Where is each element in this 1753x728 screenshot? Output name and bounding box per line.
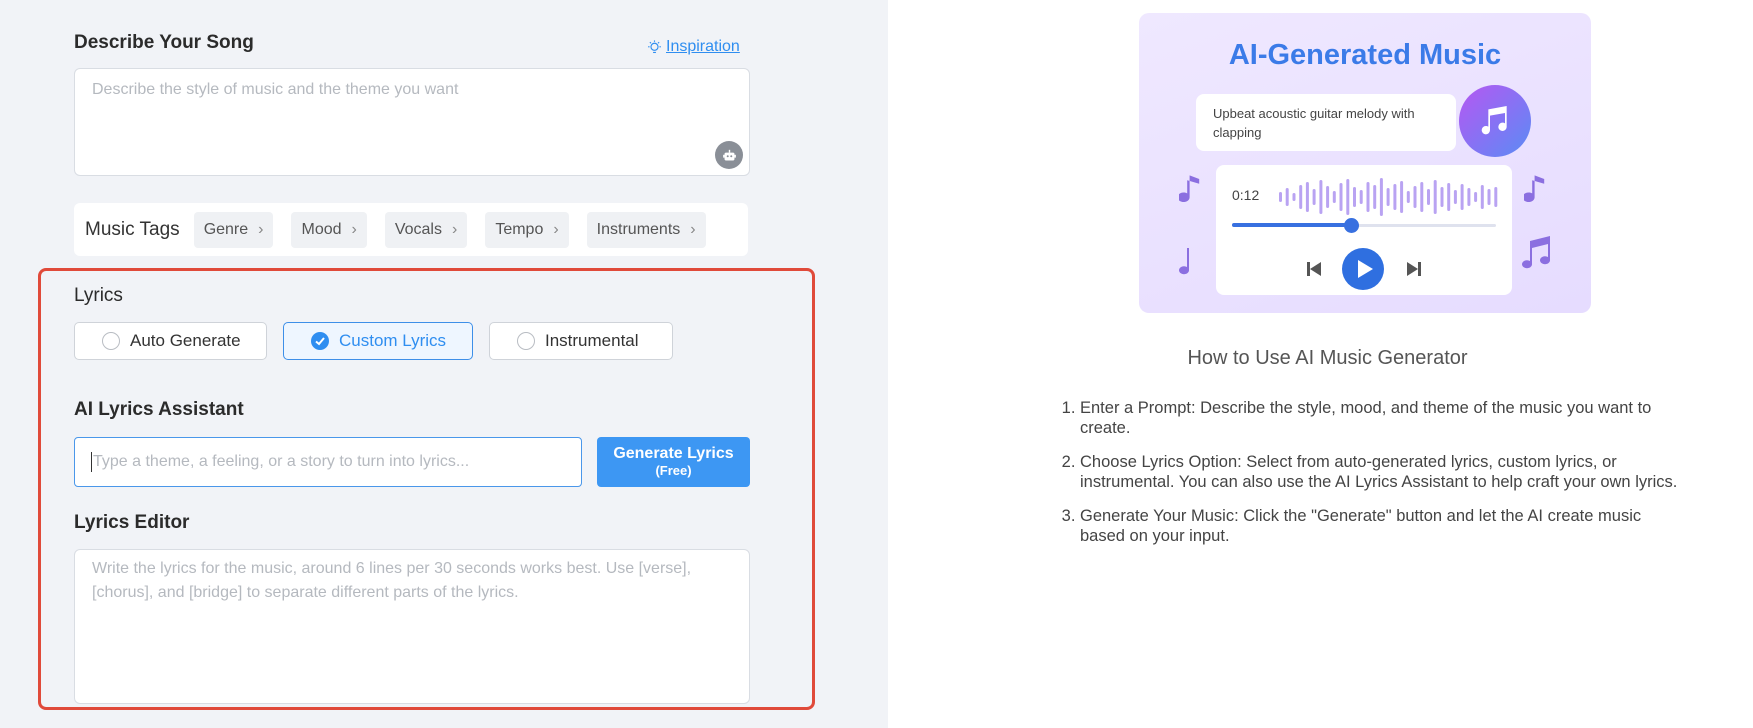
waveform-bar [1359, 190, 1363, 204]
waveform-bar [1339, 183, 1343, 211]
music-note-icon [1459, 85, 1531, 157]
generate-lyrics-sublabel: (Free) [655, 463, 692, 478]
waveform-bar [1440, 187, 1444, 207]
waveform-bar [1480, 185, 1484, 209]
music-note-icon [1179, 248, 1190, 275]
lyrics-editor-textarea[interactable]: Write the lyrics for the music, around 6… [74, 549, 750, 704]
generate-lyrics-button[interactable]: Generate Lyrics (Free) [597, 437, 750, 487]
editor-title: Lyrics Editor [74, 512, 190, 533]
waveform-bar [1400, 181, 1404, 213]
waveform-bar [1494, 187, 1498, 207]
waveform-bar [1433, 180, 1437, 214]
generate-lyrics-label: Generate Lyrics [613, 445, 734, 462]
waveform-bar [1427, 189, 1430, 205]
chevron-right-icon: › [351, 220, 357, 238]
music-note-icon [1179, 175, 1200, 203]
waveform-bar [1393, 184, 1397, 210]
waveform-bar [1279, 192, 1282, 202]
waveform-bar [1353, 187, 1356, 207]
music-tags-bar: Music Tags Genre › Mood › Vocals › Tempo › I… [74, 203, 748, 256]
lyrics-prompt-placeholder: Type a theme, a feeling, or a story to t… [93, 453, 470, 470]
promo-title: AI-Generated Music [1228, 39, 1502, 71]
tag-label: Vocals [394, 220, 442, 238]
music-note-icon [1522, 236, 1551, 269]
chevron-right-icon: › [258, 220, 264, 238]
music-tags-label: Music Tags [85, 218, 180, 240]
tag-label: Instruments [596, 220, 681, 238]
robot-icon [722, 149, 736, 160]
waveform-bar [1292, 193, 1296, 201]
lyrics-prompt-input[interactable]: Type a theme, a feeling, or a story to t… [74, 437, 582, 487]
tag-label: Mood [301, 220, 342, 238]
lyrics-editor-placeholder: Write the lyrics for the music, around 6… [92, 560, 692, 601]
chevron-right-icon: › [451, 220, 458, 238]
music-note-icon [1524, 175, 1545, 203]
chevron-right-icon: › [553, 220, 559, 238]
tag-genre[interactable]: Genre › [193, 211, 274, 248]
waveform-bar [1332, 191, 1336, 203]
promo-prompt: Upbeat acoustic guitar melody with clapp… [1196, 94, 1456, 151]
chevron-right-icon: › [690, 220, 696, 238]
radio-label: Instrumental [545, 331, 639, 350]
waveform-bar [1299, 185, 1303, 209]
waveform-bar [1406, 191, 1410, 203]
previous-icon[interactable] [1304, 259, 1324, 279]
tag-label: Tempo [495, 220, 544, 238]
waveform-bar [1420, 182, 1424, 212]
next-icon[interactable] [1404, 259, 1424, 279]
waveform-bar [1379, 178, 1383, 216]
waveform-bar [1386, 188, 1390, 206]
tag-tempo[interactable]: Tempo › [485, 211, 569, 248]
radio-label: Auto Generate [130, 331, 241, 350]
inspiration-label: Inspiration [666, 38, 740, 55]
howto-title: How to Use AI Music Generator [1187, 347, 1468, 369]
howto-step: Choose Lyrics Option: Select from auto-g… [1080, 452, 1680, 492]
waveform-bar [1487, 189, 1491, 205]
play-icon[interactable] [1341, 247, 1385, 291]
radio-auto-generate[interactable]: Auto Generate [74, 322, 267, 360]
tag-instruments[interactable]: Instruments › [586, 211, 706, 248]
song-description-placeholder: Describe the style of music and the them… [92, 81, 459, 98]
waveform-bar [1373, 185, 1377, 209]
song-description-textarea[interactable]: Describe the style of music and the them… [74, 68, 750, 176]
waveform-bar [1460, 184, 1464, 210]
waveform-bar [1326, 186, 1330, 208]
tag-vocals[interactable]: Vocals › [384, 211, 468, 248]
inspiration-link[interactable]: Inspiration [646, 38, 740, 56]
waveform-bar [1366, 182, 1370, 212]
check-circle-icon [311, 332, 329, 350]
howto-step: Enter a Prompt: Describe the style, mood… [1080, 398, 1680, 438]
howto-step: Generate Your Music: Click the "Generate… [1080, 506, 1680, 546]
tag-mood[interactable]: Mood › [291, 211, 367, 248]
lightbulb-icon [648, 39, 661, 53]
radio-circle [517, 332, 535, 350]
radio-label: Custom Lyrics [339, 331, 447, 350]
waveform-bar [1453, 190, 1457, 204]
howto-steps: Enter a Prompt: Describe the style, mood… [1060, 398, 1680, 560]
waveform-bar [1305, 182, 1309, 212]
assistant-title: AI Lyrics Assistant [74, 399, 244, 420]
waveform-bar [1346, 179, 1350, 215]
radio-custom-lyrics[interactable]: Custom Lyrics [283, 322, 473, 360]
waveform [1279, 178, 1498, 216]
waveform-bar [1447, 183, 1451, 211]
progress-knob[interactable] [1343, 218, 1359, 233]
progress-fill [1232, 223, 1351, 227]
audio-player: 0:12 [1216, 165, 1512, 295]
text-caret [91, 452, 92, 472]
waveform-bar [1285, 188, 1289, 206]
waveform-bar [1312, 189, 1316, 205]
radio-instrumental[interactable]: Instrumental [489, 322, 673, 360]
waveform-bar [1319, 180, 1323, 214]
promo-banner: AI-Generated Music Upbeat acoustic guita… [1139, 13, 1591, 313]
radio-circle [102, 332, 120, 350]
lyrics-title: Lyrics [74, 285, 123, 306]
describe-title: Describe Your Song [74, 32, 254, 53]
tag-label: Genre [203, 220, 249, 238]
waveform-bar [1467, 188, 1471, 206]
waveform-bar [1413, 186, 1417, 208]
player-time: 0:12 [1232, 187, 1260, 203]
waveform-bar [1474, 192, 1478, 202]
robot-button[interactable] [715, 141, 743, 169]
